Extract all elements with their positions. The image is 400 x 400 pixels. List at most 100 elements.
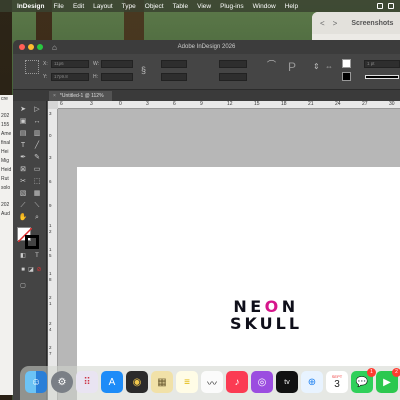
constrain-link-icon[interactable]: § bbox=[141, 65, 146, 75]
pen-tool-icon[interactable]: ✒ bbox=[17, 153, 29, 163]
fill-swatch[interactable] bbox=[342, 59, 351, 68]
apple-tv-icon[interactable]: tv bbox=[276, 371, 298, 393]
freeform-icon[interactable]: 〰 bbox=[201, 371, 223, 393]
forward-icon[interactable]: > bbox=[333, 19, 338, 28]
gradient-tool-icon[interactable]: ▧ bbox=[17, 189, 29, 199]
finder-icon[interactable]: ☺ bbox=[25, 371, 47, 393]
menu-help[interactable]: Help bbox=[285, 3, 298, 10]
measure-tool-icon[interactable]: ⟍ bbox=[31, 201, 43, 211]
safari-icon[interactable]: ⊕ bbox=[301, 371, 323, 393]
facetime-icon[interactable]: ▶ 2 bbox=[376, 368, 400, 393]
flip-icon[interactable]: ⌒ bbox=[267, 58, 276, 71]
menu-object[interactable]: Object bbox=[145, 3, 164, 10]
selection-tool-icon[interactable]: ➤ bbox=[17, 105, 29, 115]
type-tool-icon[interactable]: T bbox=[17, 141, 29, 151]
x-field[interactable]: 11p6 bbox=[51, 60, 89, 68]
window-titlebar: ⌂ Adobe InDesign 2026 bbox=[13, 40, 400, 54]
reference-point-icon[interactable] bbox=[25, 60, 39, 74]
ruler-label: 1 bbox=[49, 223, 52, 228]
ruler-label: 9 bbox=[49, 203, 52, 208]
close-window-button[interactable] bbox=[19, 44, 25, 50]
ruler-label: 3 bbox=[49, 155, 52, 160]
back-icon[interactable]: < bbox=[320, 19, 325, 28]
ruler-label: 8 bbox=[49, 277, 52, 282]
document-tab[interactable]: × *Untitled-1 @ 112% bbox=[49, 91, 112, 101]
apps-grid-icon[interactable]: ⠿ bbox=[76, 371, 98, 393]
scale-y-field[interactable] bbox=[161, 73, 187, 81]
menu-file[interactable]: File bbox=[53, 3, 63, 10]
podcasts-icon[interactable]: ◎ bbox=[251, 371, 273, 393]
pencil-tool-icon[interactable]: ✎ bbox=[31, 153, 43, 163]
pasteboard[interactable]: NEON SKULL bbox=[58, 109, 400, 400]
music-icon[interactable]: ♪ bbox=[226, 371, 248, 393]
stroke-weight-field[interactable]: 1 pt bbox=[364, 60, 400, 68]
menu-plugins[interactable]: Plug-ins bbox=[220, 3, 243, 10]
direct-selection-tool-icon[interactable]: ▷ bbox=[31, 105, 43, 115]
stroke-swatch[interactable] bbox=[342, 72, 351, 81]
menu-view[interactable]: View bbox=[197, 3, 211, 10]
apply-none-icon[interactable]: ⊘ bbox=[33, 265, 45, 275]
calendar-icon[interactable]: SEPT 3 bbox=[326, 371, 348, 393]
w-field[interactable] bbox=[101, 60, 133, 68]
zoom-tool-icon[interactable]: ⌕ bbox=[31, 213, 43, 223]
app-menu[interactable]: InDesign bbox=[17, 3, 44, 10]
status-icon[interactable] bbox=[388, 3, 394, 9]
ruler-origin[interactable] bbox=[48, 101, 58, 109]
notes-icon[interactable]: ≡ bbox=[176, 371, 198, 393]
ruler-label: 2 bbox=[49, 295, 52, 300]
gap-tool-icon[interactable]: ↔ bbox=[31, 117, 43, 127]
swap-colors-icon[interactable]: T bbox=[31, 251, 43, 261]
select-content-icon[interactable]: ⇔ bbox=[325, 62, 333, 71]
control-panel: X: 11p6 Y: 17p9.8 W: H: § ⌒ P ⇕ ⇔ 1 pt bbox=[13, 54, 400, 90]
default-colors-icon[interactable]: ◧ bbox=[17, 251, 29, 261]
stroke-type-menu[interactable] bbox=[365, 75, 399, 79]
hand-tool-icon[interactable]: ✋ bbox=[17, 213, 29, 223]
stroke-color-swatch[interactable] bbox=[25, 235, 39, 249]
ruler-label: 6 bbox=[49, 179, 52, 184]
ruler-label: 21 bbox=[308, 101, 314, 107]
scissors-tool-icon[interactable]: ✂ bbox=[17, 177, 29, 187]
zoom-window-button[interactable] bbox=[37, 44, 43, 50]
home-icon[interactable]: ⌂ bbox=[52, 43, 57, 52]
ruler-label: 2 bbox=[49, 321, 52, 326]
menu-table[interactable]: Table bbox=[173, 3, 189, 10]
flip-horizontal-icon[interactable]: P bbox=[288, 60, 296, 74]
scale-x-field[interactable] bbox=[161, 60, 187, 68]
free-transform-tool-icon[interactable]: ⬚ bbox=[31, 177, 43, 187]
neon-skull-logo[interactable]: NEON SKULL bbox=[229, 298, 303, 332]
rectangle-tool-icon[interactable]: ▭ bbox=[31, 165, 43, 175]
ruler-label: 27 bbox=[362, 101, 368, 107]
content-collector-icon[interactable]: ▤ bbox=[17, 129, 29, 139]
notes-icon[interactable]: ▦ bbox=[151, 371, 173, 393]
menu-layout[interactable]: Layout bbox=[93, 3, 113, 10]
screen-mode-icon[interactable]: ▢ bbox=[17, 281, 29, 291]
horizontal-ruler[interactable]: 6 3 0 3 6 9 12 15 18 21 24 27 30 bbox=[58, 101, 400, 109]
document-tab-title: *Untitled-1 @ 112% bbox=[59, 93, 104, 99]
photo-booth-icon[interactable]: ◉ bbox=[126, 371, 148, 393]
line-tool-icon[interactable]: ╱ bbox=[31, 141, 43, 151]
vertical-ruler[interactable]: 3 0 3 6 9 1 2 1 5 1 8 2 1 2 4 2 7 bbox=[48, 109, 58, 400]
shear-field[interactable] bbox=[219, 73, 247, 81]
y-field[interactable]: 17p9.8 bbox=[51, 73, 89, 81]
menu-edit[interactable]: Edit bbox=[73, 3, 84, 10]
menu-window[interactable]: Window bbox=[253, 3, 276, 10]
menu-type[interactable]: Type bbox=[122, 3, 136, 10]
ruler-label: 0 bbox=[49, 133, 52, 138]
messages-icon[interactable]: 💬 1 bbox=[351, 368, 376, 393]
close-tab-icon[interactable]: × bbox=[53, 93, 56, 99]
content-placer-icon[interactable]: ▥ bbox=[31, 129, 43, 139]
launchpad-icon[interactable]: ⚙ bbox=[51, 371, 73, 393]
note-tool-icon[interactable]: ▦ bbox=[31, 189, 43, 199]
rotate-field[interactable] bbox=[219, 60, 247, 68]
ruler-label: 3 bbox=[49, 111, 52, 116]
rectangle-frame-tool-icon[interactable]: ⊠ bbox=[17, 165, 29, 175]
ruler-label: 5 bbox=[49, 253, 52, 258]
ruler-label: 15 bbox=[254, 101, 260, 107]
eyedropper-tool-icon[interactable]: ⟋ bbox=[17, 201, 29, 211]
page-tool-icon[interactable]: ▣ bbox=[17, 117, 29, 127]
status-icon[interactable] bbox=[377, 3, 383, 9]
h-field[interactable] bbox=[101, 73, 133, 81]
minimize-window-button[interactable] bbox=[28, 44, 34, 50]
app-store-icon[interactable]: A bbox=[101, 371, 123, 393]
select-container-icon[interactable]: ⇕ bbox=[313, 62, 320, 71]
